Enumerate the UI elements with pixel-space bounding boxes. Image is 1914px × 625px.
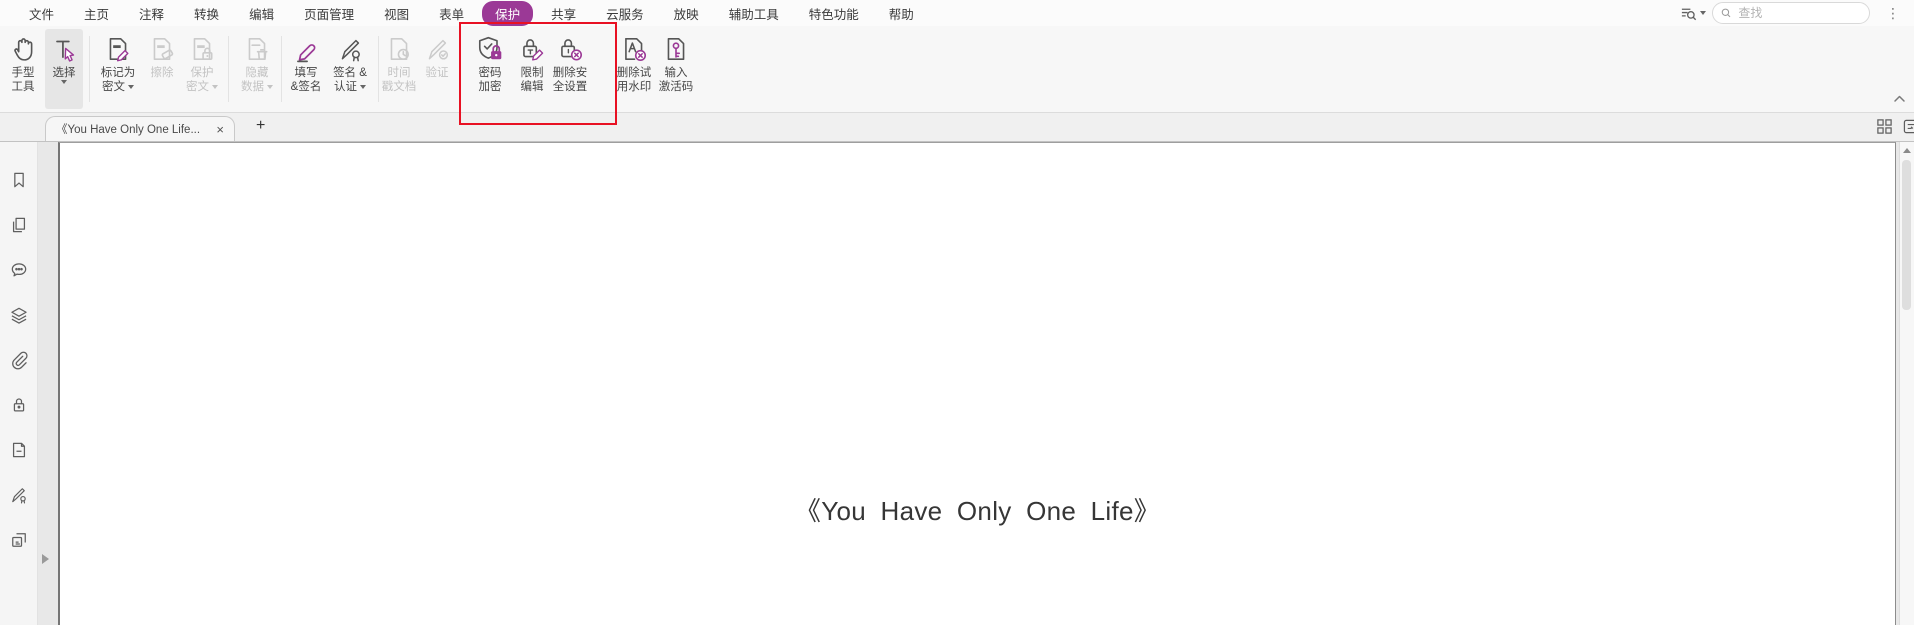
search-filter-button[interactable]: [1680, 5, 1706, 22]
chevron-down-icon: [1700, 11, 1706, 15]
more-options-icon[interactable]: ⋮: [1886, 6, 1900, 20]
lock-remove-icon: [556, 32, 584, 66]
key-document-icon: [662, 32, 690, 66]
vertical-scrollbar[interactable]: [1899, 142, 1914, 625]
menu-protect-active[interactable]: 保护: [482, 0, 534, 26]
document-tab[interactable]: 《You Have Only One Life... ×: [45, 116, 235, 141]
collapse-toolbar-button[interactable]: [1893, 90, 1906, 108]
sign-and-certify-button[interactable]: 签名 & 认证: [326, 29, 374, 109]
security-icon[interactable]: [8, 394, 30, 416]
menu-cloud[interactable]: 云服务: [591, 1, 659, 26]
navigation-panel: [0, 142, 38, 625]
close-tab-icon[interactable]: ×: [216, 123, 224, 136]
menu-present[interactable]: 放映: [659, 1, 714, 26]
hide-data-button: 隐藏 数据: [237, 29, 277, 109]
enter-activation-code-button[interactable]: 输入 激活码: [656, 29, 696, 109]
menu-view[interactable]: 视图: [369, 1, 424, 26]
menu-help[interactable]: 帮助: [874, 1, 929, 26]
redact-document-icon: [104, 32, 132, 66]
bookmark-icon[interactable]: [8, 169, 30, 191]
scroll-up-arrow-icon[interactable]: [1903, 148, 1911, 153]
lock-document-icon: [188, 32, 216, 66]
document-tab-title: 《You Have Only One Life...: [56, 124, 201, 136]
document-workspace: 《You Have Only One Life》: [0, 142, 1914, 625]
ribbon-toolbar: 手型 工具 选择 标记为 密文 擦除 保护 密文 隐藏 数据 填写 &签名 签名…: [0, 26, 1914, 113]
page-title: 《You Have Only One Life》: [794, 496, 1161, 526]
dropdown-caret-icon: [128, 85, 134, 89]
menu-comment[interactable]: 注释: [124, 1, 179, 26]
menu-share[interactable]: 共享: [536, 1, 591, 26]
mark-for-redaction-button[interactable]: 标记为 密文: [96, 29, 140, 109]
erase-document-icon: [148, 32, 176, 66]
new-tab-button[interactable]: +: [256, 117, 265, 135]
shield-lock-icon: [476, 32, 504, 66]
menu-special-features[interactable]: 特色功能: [794, 1, 874, 26]
password-encrypt-button[interactable]: 密码 加密: [468, 29, 512, 109]
menu-bar: 文件 主页 注释 转换 编辑 页面管理 视图 表单 保护 共享 云服务 放映 辅…: [0, 0, 1914, 26]
pen-check-icon: [423, 32, 451, 66]
fill-and-sign-button[interactable]: 填写 &签名: [284, 29, 328, 109]
hand-tool-button[interactable]: 手型 工具: [3, 29, 43, 109]
hand-icon: [9, 32, 37, 66]
select-cursor-icon: [50, 32, 78, 66]
trash-document-icon: [243, 32, 271, 66]
find-input[interactable]: [1736, 5, 1861, 21]
menu-edit[interactable]: 编辑: [234, 1, 289, 26]
digital-signature-icon[interactable]: [8, 484, 30, 506]
menu-accessibility[interactable]: 辅助工具: [714, 1, 794, 26]
tile-pages-icon[interactable]: [1876, 118, 1893, 135]
menu-file[interactable]: 文件: [14, 1, 69, 26]
find-box[interactable]: [1712, 2, 1870, 24]
protect-redaction-button: 保护 密文: [182, 29, 222, 109]
toolbar-separator: [228, 36, 229, 102]
comments-icon[interactable]: [8, 259, 30, 281]
verify-button: 验证: [419, 29, 455, 109]
field-icon[interactable]: [8, 439, 30, 461]
reading-mode-icon[interactable]: [1903, 118, 1914, 135]
page-thumbnails-icon[interactable]: [8, 214, 30, 236]
toolbar-separator: [89, 36, 90, 102]
menu-convert[interactable]: 转换: [179, 1, 234, 26]
menu-form[interactable]: 表单: [424, 1, 479, 26]
menu-home[interactable]: 主页: [69, 1, 124, 26]
remove-security-settings-button[interactable]: 删除安 全设置: [546, 29, 594, 109]
attachments-icon[interactable]: [8, 349, 30, 371]
lock-pencil-icon: [518, 32, 546, 66]
marker-pen-icon: [292, 32, 320, 66]
erase-button: 擦除: [142, 29, 182, 109]
pdf-page: 《You Have Only One Life》: [58, 142, 1896, 625]
chevron-up-icon: [1894, 95, 1905, 102]
dropdown-caret-icon: [267, 85, 273, 89]
pen-certificate-icon: [336, 32, 364, 66]
layers-icon[interactable]: [8, 304, 30, 326]
document-tab-bar: 《You Have Only One Life... × +: [0, 113, 1914, 142]
expand-panel-handle[interactable]: [42, 554, 49, 564]
scrollbar-thumb[interactable]: [1902, 160, 1911, 310]
pdf-editor-window: 文件 主页 注释 转换 编辑 页面管理 视图 表单 保护 共享 云服务 放映 辅…: [0, 0, 1914, 625]
timestamp-document-button: 时间 戳文档: [377, 29, 421, 109]
search-icon: [1721, 8, 1731, 18]
remove-trial-watermark-button[interactable]: 删除试 用水印: [614, 29, 654, 109]
destinations-icon[interactable]: [8, 529, 30, 551]
clock-document-icon: [385, 32, 413, 66]
dropdown-caret-icon: [212, 85, 218, 89]
menu-page-organize[interactable]: 页面管理: [289, 1, 369, 26]
watermark-remove-icon: [620, 32, 648, 66]
select-tool-button[interactable]: 选择: [45, 29, 83, 109]
toolbar-separator: [281, 36, 282, 102]
filter-search-icon: [1681, 8, 1697, 20]
dropdown-caret-icon: [360, 85, 366, 89]
dropdown-caret-icon: [61, 80, 67, 84]
